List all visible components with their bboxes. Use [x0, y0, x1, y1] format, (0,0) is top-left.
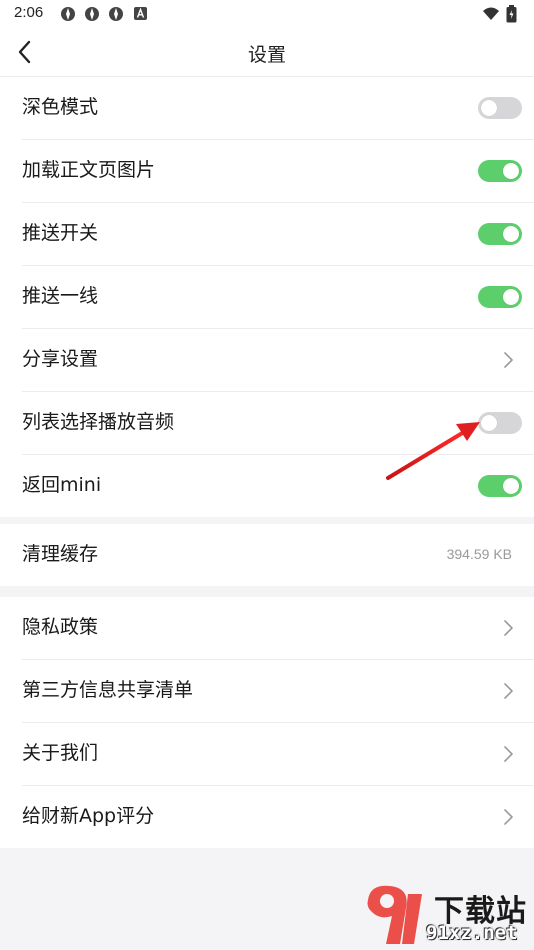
status-bar: 2:06 — [0, 0, 534, 28]
setting-label: 加载正文页图片 — [22, 159, 156, 181]
dark-mode-toggle[interactable] — [478, 97, 522, 119]
toggle-knob — [481, 100, 497, 116]
annotation-arrow-icon — [386, 422, 480, 480]
watermark-logo-icon — [367, 885, 422, 944]
setting-label: 隐私政策 — [22, 616, 99, 638]
settings-group-about: 隐私政策 第三方信息共享清单 关于我们 给财新App评分 — [0, 597, 534, 848]
push-toggle[interactable] — [478, 223, 522, 245]
toggle-knob — [503, 289, 519, 305]
setting-label: 给财新App评分 — [22, 805, 155, 827]
setting-label: 深色模式 — [22, 96, 99, 118]
battery-icon — [506, 5, 517, 23]
setting-label: 推送开关 — [22, 222, 99, 244]
chevron-right-icon — [504, 683, 513, 699]
toggle-knob — [503, 226, 519, 242]
setting-label: 关于我们 — [22, 742, 99, 764]
setting-row-load-images[interactable]: 加载正文页图片 — [22, 140, 534, 203]
chevron-right-icon — [504, 352, 513, 368]
setting-label: 列表选择播放音频 — [22, 411, 175, 433]
setting-row-rate-app[interactable]: 给财新App评分 — [22, 786, 534, 848]
setting-row-share[interactable]: 分享设置 — [22, 329, 534, 392]
setting-label: 返回mini — [22, 474, 102, 496]
setting-row-third-party[interactable]: 第三方信息共享清单 — [22, 660, 534, 723]
app-icon — [109, 7, 123, 21]
settings-group-cache: 清理缓存 394.59 KB — [0, 524, 534, 586]
load-images-toggle[interactable] — [478, 160, 522, 182]
setting-row-push[interactable]: 推送开关 — [22, 203, 534, 266]
push-frontline-toggle[interactable] — [478, 286, 522, 308]
setting-label: 分享设置 — [22, 348, 99, 370]
setting-label: 清理缓存 — [22, 543, 99, 565]
watermark: 下载站 91xz.net — [360, 880, 534, 950]
toggle-knob — [503, 478, 519, 494]
app-icon — [61, 7, 75, 21]
toggle-knob — [503, 163, 519, 179]
nav-bar: 设置 — [0, 28, 534, 77]
cache-size-value: 394.59 KB — [446, 546, 512, 562]
watermark-site: 91xz.net — [426, 922, 518, 944]
setting-row-push-frontline[interactable]: 推送一线 — [22, 266, 534, 329]
chevron-right-icon — [504, 746, 513, 762]
wifi-icon — [483, 7, 499, 20]
chevron-right-icon — [504, 809, 513, 825]
setting-label: 第三方信息共享清单 — [22, 679, 194, 701]
chevron-right-icon — [504, 620, 513, 636]
status-time: 2:06 — [14, 4, 44, 21]
setting-row-privacy[interactable]: 隐私政策 — [22, 597, 534, 660]
setting-row-clear-cache[interactable]: 清理缓存 394.59 KB — [22, 524, 534, 586]
text-a-icon — [134, 7, 147, 20]
setting-row-about-us[interactable]: 关于我们 — [22, 723, 534, 786]
setting-label: 推送一线 — [22, 285, 99, 307]
app-icon — [85, 7, 99, 21]
setting-row-dark-mode[interactable]: 深色模式 — [22, 77, 534, 140]
page-title: 设置 — [247, 44, 286, 66]
